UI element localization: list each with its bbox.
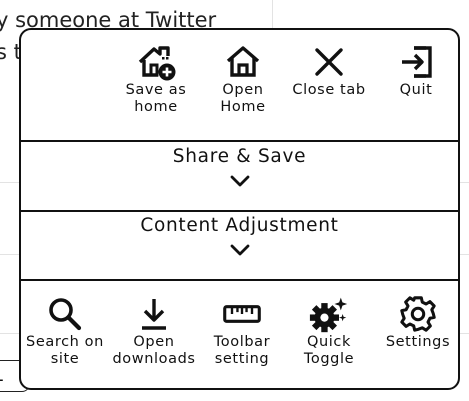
- toolbar-setting-button[interactable]: Toolbar setting: [204, 294, 280, 368]
- quick-toggle-button[interactable]: Quick Toggle: [291, 294, 367, 368]
- content-adjustment-section[interactable]: Content Adjustment: [21, 215, 458, 279]
- close-icon: [309, 42, 349, 82]
- open-home-label: Open Home: [220, 82, 266, 115]
- close-tab-button[interactable]: Close tab: [289, 42, 369, 99]
- chevron-down-icon: [21, 242, 458, 258]
- quit-button[interactable]: Quit: [383, 42, 449, 99]
- quick-toggle-label: Quick Toggle: [303, 334, 355, 367]
- quit-icon: [396, 42, 436, 82]
- save-as-home-label: Save as home: [125, 82, 187, 115]
- chevron-down-icon: [21, 173, 458, 189]
- settings-button[interactable]: Settings: [379, 294, 457, 351]
- share-and-save-section[interactable]: Share & Save: [21, 146, 458, 210]
- share-and-save-title: Share & Save: [172, 146, 307, 167]
- browser-menu-popup: Save as home Open Home Close tab Quit Sh…: [19, 28, 460, 390]
- top-actions-row: Save as home Open Home Close tab Quit: [21, 30, 458, 142]
- quit-label: Quit: [399, 82, 433, 98]
- ruler-icon: [222, 294, 262, 334]
- content-adjustment-title: Content Adjustment: [140, 215, 339, 236]
- save-as-home-icon: [136, 42, 176, 82]
- search-icon: [45, 294, 85, 334]
- search-on-site-label: Search on site: [26, 334, 104, 367]
- quick-toggle-gear-icon: [309, 294, 349, 334]
- menu-divider: [21, 210, 458, 212]
- toolbar-setting-label: Toolbar setting: [213, 334, 271, 367]
- open-downloads-label: Open downloads: [112, 334, 196, 367]
- settings-label: Settings: [385, 334, 451, 350]
- open-home-button[interactable]: Open Home: [208, 42, 278, 116]
- gear-icon: [398, 294, 438, 334]
- close-tab-label: Close tab: [292, 82, 366, 98]
- search-on-site-button[interactable]: Search on site: [23, 294, 107, 368]
- menu-divider: [21, 279, 458, 281]
- download-icon: [134, 294, 174, 334]
- open-downloads-button[interactable]: Open downloads: [109, 294, 199, 368]
- save-as-home-button[interactable]: Save as home: [121, 42, 191, 116]
- home-icon: [223, 42, 263, 82]
- menu-divider: [21, 140, 458, 142]
